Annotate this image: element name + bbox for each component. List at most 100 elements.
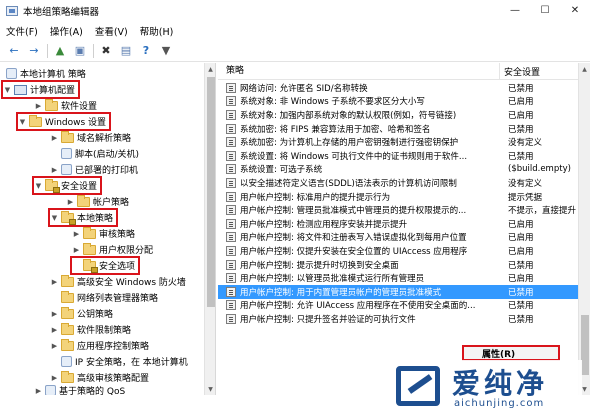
collapsed-chevron-icon[interactable]: ▶ [34,102,43,110]
column-policy[interactable]: 策略 [218,63,500,80]
policy-name: 系统设置: 将 Windows 可执行文件中的证书规则用于软件... [240,151,468,162]
policy-row[interactable]: 用户帐户控制: 仅提升安装在安全位置的 UIAccess 应用程序 已启用 [218,244,578,258]
back-arrow-icon[interactable]: ← [6,43,22,59]
policy-row[interactable]: 用户帐户控制: 标准用户的提升提示行为 提示凭据 [218,190,578,204]
up-folder-icon[interactable]: ▲ [52,43,68,59]
properties-icon[interactable]: ▤ [118,43,134,59]
policy-row[interactable]: 用户帐户控制: 允许 UIAccess 应用程序在不使用安全桌面的... 已禁用 [218,299,578,313]
tree-account-policies[interactable]: ▶ 帐户策略 [66,194,129,209]
context-menu-properties[interactable]: 属性(R) [462,345,560,361]
tree-public-key[interactable]: ▶ 公钥策略 [50,306,113,321]
policy-row[interactable]: 系统对象: 非 Windows 子系统不要求区分大小写 已启用 [218,95,578,109]
folder-icon [83,242,96,255]
tree-windows-settings-label: Windows 设置 [45,118,107,128]
scroll-thumb[interactable] [207,77,215,307]
tree-qos[interactable]: ▶ 基于策略的 QoS [34,383,125,395]
expanded-chevron-icon[interactable]: ▼ [34,182,43,190]
policy-row[interactable]: 网络访问: 允许匿名 SID/名称转换 已禁用 [218,81,578,95]
tree-windows-settings[interactable]: ▼ Windows 设置 [15,112,112,131]
folder-icon [45,98,58,111]
toolbar: ← → ▲ ▣ ✖ ▤ ? ▼ [0,40,590,62]
policy-row[interactable]: 以安全描述符定义语言(SDDL)语法表示的计算机访问限制 没有定义 [218,176,578,190]
tree-scrollbar[interactable]: ▲ ▼ [204,63,215,395]
collapsed-chevron-icon[interactable]: ▶ [50,134,59,142]
tree-user-rights-label: 用户权限分配 [99,246,154,256]
policy-row[interactable]: 系统设置: 可选子系统 ($build.empty) [218,163,578,177]
collapsed-chevron-icon[interactable]: ▶ [72,230,81,238]
tree-firewall[interactable]: ▶ 高级安全 Windows 防火墙 [50,274,186,289]
tree-root-label: 本地计算机 策略 [20,70,86,80]
menu-action[interactable]: 操作(A) [50,24,83,38]
policy-setting: 提示凭据 [508,192,543,203]
tree-root[interactable]: 本地计算机 策略 [4,66,86,81]
scroll-down-icon[interactable]: ▼ [205,383,215,395]
tree-local-policies[interactable]: ▼ 本地策略 [47,208,119,227]
policy-row[interactable]: 用户帐户控制: 用于内置管理员帐户的管理员批准模式 已禁用 [218,285,578,299]
policy-setting: 已禁用 [508,301,534,312]
policy-row[interactable]: 用户帐户控制: 管理员批准模式中管理员的提升权限提示的... 不提示，直接提升 [218,203,578,217]
menu-file[interactable]: 文件(F) [6,24,38,38]
policy-row[interactable]: 系统加密: 将 FIPS 兼容算法用于加密、哈希和签名 已禁用 [218,122,578,136]
tree-network-list[interactable]: 网络列表管理器策略 [50,290,158,305]
collapsed-chevron-icon[interactable]: ▶ [50,310,59,318]
menu-help[interactable]: 帮助(H) [140,24,174,38]
tree-security-options[interactable]: 安全选项 [69,256,141,275]
policy-name: 网络访问: 允许匿名 SID/名称转换 [240,83,368,94]
list-scrollbar[interactable]: ▲ ▼ [578,63,590,395]
collapsed-chevron-icon[interactable]: ▶ [50,278,59,286]
policy-row[interactable]: 用户帐户控制: 提示提升时切换到安全桌面 已禁用 [218,258,578,272]
collapsed-chevron-icon[interactable]: ▶ [50,374,59,382]
tree-software-settings[interactable]: ▶ 软件设置 [34,98,97,113]
column-security-setting[interactable]: 安全设置 [500,65,540,78]
collapsed-chevron-icon[interactable]: ▶ [50,342,59,350]
tree-printers[interactable]: ▶ 已部署的打印机 [50,162,138,177]
close-button[interactable]: ✕ [560,0,590,20]
policy-setting: 没有定义 [508,138,543,149]
collapsed-chevron-icon[interactable]: ▶ [50,326,59,334]
policy-row[interactable]: 用户帐户控制: 将文件和注册表写入错误虚拟化到每用户位置 已启用 [218,231,578,245]
tree-user-rights[interactable]: ▶ 用户权限分配 [72,242,153,257]
menu-view[interactable]: 查看(V) [95,24,128,38]
policy-name: 用户帐户控制: 允许 UIAccess 应用程序在不使用安全桌面的... [240,301,476,312]
collapsed-chevron-icon[interactable]: ▶ [50,166,59,174]
scroll-thumb[interactable] [581,315,589,375]
tree-network-list-label: 网络列表管理器策略 [77,294,159,304]
policy-row[interactable]: 系统加密: 为计算机上存储的用户密钥强制进行强密钥保护 没有定义 [218,135,578,149]
tree-audit-policy[interactable]: ▶ 审核策略 [72,226,135,241]
help-icon[interactable]: ? [138,43,154,59]
delete-icon[interactable]: ✖ [98,43,114,59]
policy-name: 以安全描述符定义语言(SDDL)语法表示的计算机访问限制 [240,178,457,189]
policy-row[interactable]: 用户帐户控制: 检测应用程序安装并提示提升 已启用 [218,217,578,231]
expanded-chevron-icon[interactable]: ▼ [3,86,12,94]
maximize-button[interactable]: ☐ [530,0,560,20]
collapsed-chevron-icon[interactable]: ▶ [66,198,75,206]
collapsed-chevron-icon[interactable]: ▶ [72,246,81,254]
scroll-up-icon[interactable]: ▲ [205,63,215,75]
computer-icon [14,84,27,95]
filter-icon[interactable]: ▼ [158,43,174,59]
tree-account-policies-label: 帐户策略 [93,198,130,208]
show-hide-tree-icon[interactable]: ▣ [72,43,88,59]
collapsed-chevron-icon[interactable]: ▶ [34,387,43,395]
forward-arrow-icon[interactable]: → [26,43,42,59]
policy-setting: 已禁用 [508,314,534,325]
tree-app-control[interactable]: ▶ 应用程序控制策略 [50,338,149,353]
minimize-button[interactable]: — [500,0,530,20]
policy-row[interactable]: 系统设置: 将 Windows 可执行文件中的证书规则用于软件... 已禁用 [218,149,578,163]
folder-icon [61,274,74,287]
expanded-chevron-icon[interactable]: ▼ [50,214,59,222]
tree-ip-security[interactable]: IP 安全策略，在 本地计算机 [50,354,188,369]
tree-software-restriction[interactable]: ▶ 软件限制策略 [50,322,131,337]
tree-computer-config[interactable]: ▼ 计算机配置 [0,80,81,99]
expanded-chevron-icon[interactable]: ▼ [18,118,27,126]
tree-security-settings[interactable]: ▼ 安全设置 [31,176,103,195]
folder-icon [29,114,42,127]
tree-scripts[interactable]: 脚本(启动/关机) [50,146,139,161]
policy-row[interactable]: 用户帐户控制: 只提升签名并验证的可执行文件 已禁用 [218,312,578,326]
policy-row[interactable]: 系统对象: 加强内部系统对象的默认权限(例如，符号链接) 已启用 [218,108,578,122]
scroll-up-icon[interactable]: ▲ [579,63,590,75]
policy-setting: 已启用 [508,233,534,244]
policy-row[interactable]: 用户帐户控制: 以管理员批准模式运行所有管理员 已启用 [218,271,578,285]
tree-dns-policy[interactable]: ▶ 域名解析策略 [50,130,131,145]
gpedit-app-icon [6,6,18,16]
